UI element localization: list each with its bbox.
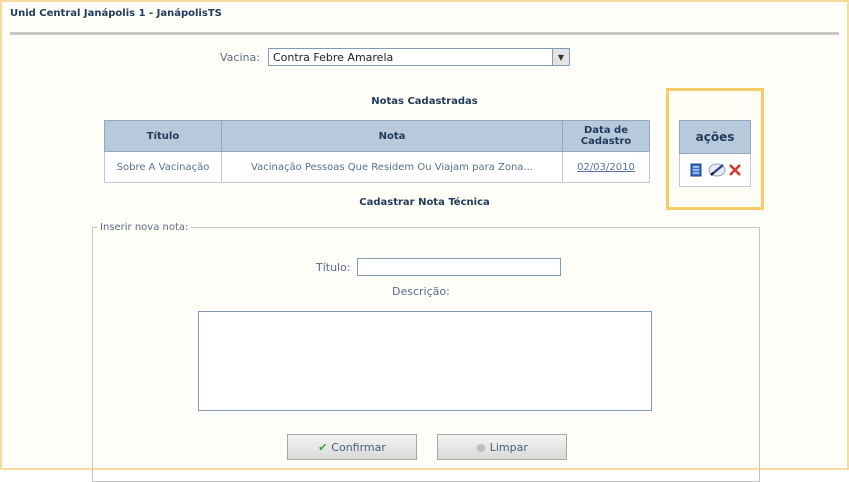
edit-pen-icon[interactable]: [708, 163, 726, 177]
notas-table-header: Título Nota Data de Cadastro: [104, 120, 650, 152]
document-icon[interactable]: [689, 163, 703, 177]
cadastrar-section-title: Cadastrar Nota Técnica: [359, 197, 490, 208]
table-row: Sobre A Vacinação Vacinação Pessoas Que …: [104, 151, 650, 183]
acoes-cell: [679, 153, 751, 187]
acoes-table: ações: [679, 120, 751, 187]
titulo-input[interactable]: [356, 258, 561, 276]
delete-x-icon[interactable]: [728, 163, 742, 177]
confirmar-button[interactable]: ✔ Confirmar: [287, 434, 417, 460]
column-header-titulo: Título: [104, 120, 222, 152]
date-link[interactable]: 02/03/2010: [577, 162, 635, 173]
vacina-select[interactable]: Contra Febre Amarela ▼: [267, 48, 570, 66]
cell-nota: Vacinação Pessoas Que Residem Ou Viajam …: [221, 151, 563, 183]
check-icon: ✔: [318, 440, 328, 454]
descricao-textarea[interactable]: [198, 311, 652, 411]
vacina-filter: Vacina: Contra Febre Amarela ▼: [220, 48, 570, 66]
cell-data: 02/03/2010: [562, 151, 650, 183]
cell-titulo: Sobre A Vacinação: [104, 151, 222, 183]
eraser-icon: ●: [476, 440, 486, 454]
header-divider: [10, 32, 839, 35]
titulo-label: Título:: [316, 260, 351, 274]
vacina-selected-value: Contra Febre Amarela: [272, 50, 394, 64]
acoes-row: [679, 153, 751, 187]
titulo-row: Título:: [316, 258, 561, 276]
column-header-acoes: ações: [679, 120, 751, 154]
column-header-nota: Nota: [221, 120, 563, 152]
notas-table: Título Nota Data de Cadastro Sobre A Vac…: [104, 120, 650, 183]
page-title: Unid Central Janápolis 1 - JanápolisTS: [10, 8, 222, 19]
column-header-data: Data de Cadastro: [562, 120, 650, 152]
confirmar-label: Confirmar: [331, 440, 386, 454]
vacina-label: Vacina:: [220, 50, 260, 64]
limpar-button[interactable]: ● Limpar: [437, 434, 567, 460]
nova-nota-legend: Inserir nova nota:: [100, 222, 189, 233]
limpar-label: Limpar: [489, 440, 528, 454]
chevron-down-icon[interactable]: ▼: [551, 49, 569, 65]
descricao-label: Descrição:: [392, 285, 450, 298]
